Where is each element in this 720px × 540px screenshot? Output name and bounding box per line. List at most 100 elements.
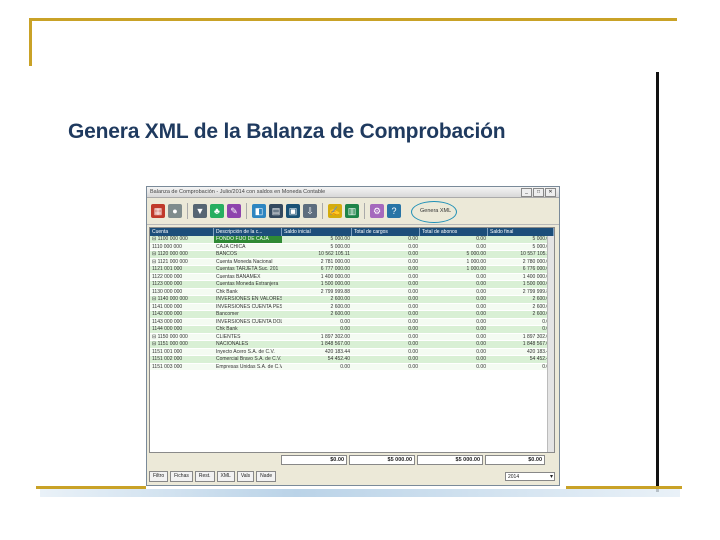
cell-saldo-inicial: 2 799 999.88 <box>320 288 350 295</box>
vertical-scrollbar[interactable] <box>547 236 554 452</box>
table-row[interactable]: 1122 000 000 Cuentas BANAMEX 1 400 000.00 0… <box>150 273 554 281</box>
cell-total-cargos: 0.00 <box>408 266 418 272</box>
cell-cuenta: ⊟ 1121 000 000 <box>152 258 188 265</box>
fichas-button[interactable]: Fichas <box>170 470 193 482</box>
column-header-total-abonos[interactable]: Total de abonos <box>420 228 488 236</box>
table-row[interactable]: ⊟ 1150 000 000 CLIENTES 1 897 302.00 0.00 0.… <box>150 333 554 341</box>
preview-icon[interactable]: ◧ <box>252 204 266 218</box>
cell-saldo-final: 5 000.00 <box>532 243 552 250</box>
cell-saldo-final: 2 780 000.00 <box>522 258 552 265</box>
save-icon[interactable]: ▣ <box>286 204 300 218</box>
window-titlebar: Balanza de Comprobación - Julio/2014 con… <box>147 187 559 198</box>
cell-cuenta: 1151 001 000 <box>152 348 183 355</box>
close-button[interactable]: ✕ <box>545 187 556 197</box>
totals-spacer <box>149 455 279 465</box>
cell-descripcion: FONDO FIJO DE CAJA <box>214 236 282 243</box>
cell-saldo-inicial: 0.00 <box>340 326 350 332</box>
cell-cuenta: 1121 001 000 <box>152 266 183 272</box>
tree-icon[interactable]: ♣ <box>210 204 224 218</box>
cell-descripcion: INVERSIONES CUENTA PESOS <box>216 303 282 310</box>
table-row[interactable]: ⊟ 1120 000 000 BANCOS 10 562 105.11 0.00 5 0… <box>150 251 554 259</box>
column-header-cuenta[interactable]: Cuenta <box>150 228 214 236</box>
column-header-descripcion[interactable]: Descripción de la c... <box>214 228 282 236</box>
cell-total-abonos: 0.00 <box>476 318 486 325</box>
cell-total-abonos: 0.00 <box>476 303 486 310</box>
genera-xml-button[interactable]: Genera XML <box>411 201 457 223</box>
cell-descripcion: Inyecto Acero S.A. de C.V. <box>216 348 275 355</box>
cell-saldo-inicial: 2 600.00 <box>330 296 350 302</box>
cell-saldo-inicial: 6 777 000.00 <box>320 266 350 272</box>
filter-icon[interactable]: ▼ <box>193 204 207 218</box>
cell-cuenta: 1110 000 000 <box>152 243 182 250</box>
table-row[interactable]: ⊟ 1151 000 000 NACIONALES 1 848 567.00 0.00… <box>150 341 554 349</box>
table-row[interactable]: 1144 000 000Chk Bank0.000.000.000.00 <box>150 326 554 334</box>
table-row[interactable]: 1151 001 000 Inyecto Acero S.A. de C.V. 42… <box>150 348 554 356</box>
cell-saldo-final: 2 600.00 <box>532 303 552 310</box>
maximize-button[interactable]: □ <box>533 187 544 197</box>
year-select[interactable]: 2014 <box>505 471 555 482</box>
help-icon[interactable]: ? <box>387 204 401 218</box>
cell-saldo-final: 1 848 567.00 <box>522 341 552 347</box>
cell-total-abonos: 0.00 <box>476 273 486 280</box>
table-row[interactable]: ⊟ 1100 000 000 FONDO FIJO DE CAJA 5 000.00… <box>150 236 554 244</box>
cell-saldo-final: 0.00 <box>488 319 554 326</box>
decorative-border-bottom-left <box>36 486 146 489</box>
cell-saldo-final: 6 776 000.00 <box>522 266 552 272</box>
cell-saldo-inicial: 1 500 000.00 <box>320 281 350 287</box>
table-row[interactable]: 1110 000 000 CAJA CHICA 5 000.00 0.00 0.00 5 … <box>150 243 554 251</box>
user-icon[interactable]: ● <box>168 204 182 218</box>
toolbar-separator <box>322 203 323 219</box>
balance-grid[interactable]: Cuenta Descripción de la c... Saldo inic… <box>149 227 555 453</box>
total-saldo-inicial: $0.00 <box>281 455 347 465</box>
settings-icon[interactable]: ⚙ <box>370 204 384 218</box>
cell-total-cargos: 0.00 <box>408 318 418 325</box>
cell-descripcion: Cuenta Moneda Nacional <box>216 258 273 265</box>
cell-total-cargos: 0.00 <box>408 363 418 370</box>
toolbar: ▦ ● ▼ ♣ ✎ ◧ ▤ ▣ ⇩ ✍ ▥ ⚙ ? Genera XML <box>147 198 559 225</box>
import-icon[interactable]: ⇩ <box>303 204 317 218</box>
cell-total-cargos: 0.00 <box>408 348 418 355</box>
cell-saldo-final: 10 557 105.11 <box>520 251 552 257</box>
cell-saldo-inicial: 54 452.40 <box>327 356 350 362</box>
chart-icon[interactable]: ▥ <box>345 204 359 218</box>
grid-header: Cuenta Descripción de la c... Saldo inic… <box>150 228 554 236</box>
cell-saldo-inicial: 1 897 302.00 <box>320 333 350 340</box>
filtro-button[interactable]: Filtro <box>149 470 169 482</box>
cell-saldo-inicial: 0.00 <box>340 363 350 370</box>
edit-icon[interactable]: ✍ <box>328 204 342 218</box>
cell-descripcion: CAJA CHICA <box>216 243 246 250</box>
cell-saldo-final: 2 600.00 <box>532 311 552 317</box>
cell-cuenta: 1141 000 000 <box>152 303 183 310</box>
rest-button[interactable]: Rest. <box>194 470 215 482</box>
table-row[interactable]: 1123 000 000 Cuentas Moneda Extranjera 1 5… <box>150 281 554 289</box>
table-row[interactable]: ⊟ 1140 000 000 INVERSIONES EN VALORES 2 60… <box>150 296 554 304</box>
table-row[interactable]: 1151 003 000 Empresas Unidas S.A. de C.V.… <box>150 363 554 371</box>
print-icon[interactable]: ▤ <box>269 204 283 218</box>
cell-saldo-final: 0.00 <box>488 364 554 371</box>
vals-button[interactable]: Vals <box>236 470 255 482</box>
table-icon[interactable]: ▦ <box>151 204 165 218</box>
table-row[interactable]: ⊟ 1121 000 000 Cuenta Moneda Nacional 2 78… <box>150 258 554 266</box>
minimize-button[interactable]: _ <box>521 187 532 197</box>
wrench-icon[interactable]: ✎ <box>227 204 241 218</box>
cell-descripcion: Cuentas TARJETA Suc. 201 <box>216 266 279 272</box>
column-header-total-cargos[interactable]: Total de cargos <box>352 228 420 236</box>
cell-cuenta: ⊟ 1150 000 000 <box>152 333 188 340</box>
cell-descripcion: Comercial Bravo S.A. de C.V. <box>216 356 282 362</box>
table-row[interactable]: 1121 001 000 Cuentas TARJETA Suc. 201 6 77… <box>150 266 554 274</box>
column-header-saldo-inicial[interactable]: Saldo inicial <box>282 228 352 236</box>
cell-total-cargos: 0.00 <box>408 243 418 250</box>
decorative-border-left <box>29 18 32 66</box>
table-row[interactable]: 1143 000 000 INVERSIONES CUENTA DOLARES 0.… <box>150 318 554 326</box>
table-row[interactable]: 1141 000 000 INVERSIONES CUENTA PESOS 2 60… <box>150 303 554 311</box>
table-row[interactable]: 1151 002 000 Comercial Bravo S.A. de C.V.… <box>150 356 554 364</box>
table-row[interactable]: 1142 000 000 Bancomer 2 600.00 0.00 0.00 2 60… <box>150 311 554 319</box>
cell-cuenta: 1151 002 000 <box>152 356 183 362</box>
cell-saldo-inicial: 5 000.00 <box>330 236 350 242</box>
nade-button[interactable]: Nade <box>256 470 277 482</box>
cell-descripcion: BANCOS <box>216 251 238 257</box>
column-header-saldo-final[interactable]: Saldo final <box>488 228 554 236</box>
table-row[interactable]: 1130 000 000 Chk Bank 2 799 999.88 0.00 0.00… <box>150 288 554 296</box>
xml-button[interactable]: XML <box>216 470 235 482</box>
cell-total-cargos: 0.00 <box>408 251 418 257</box>
